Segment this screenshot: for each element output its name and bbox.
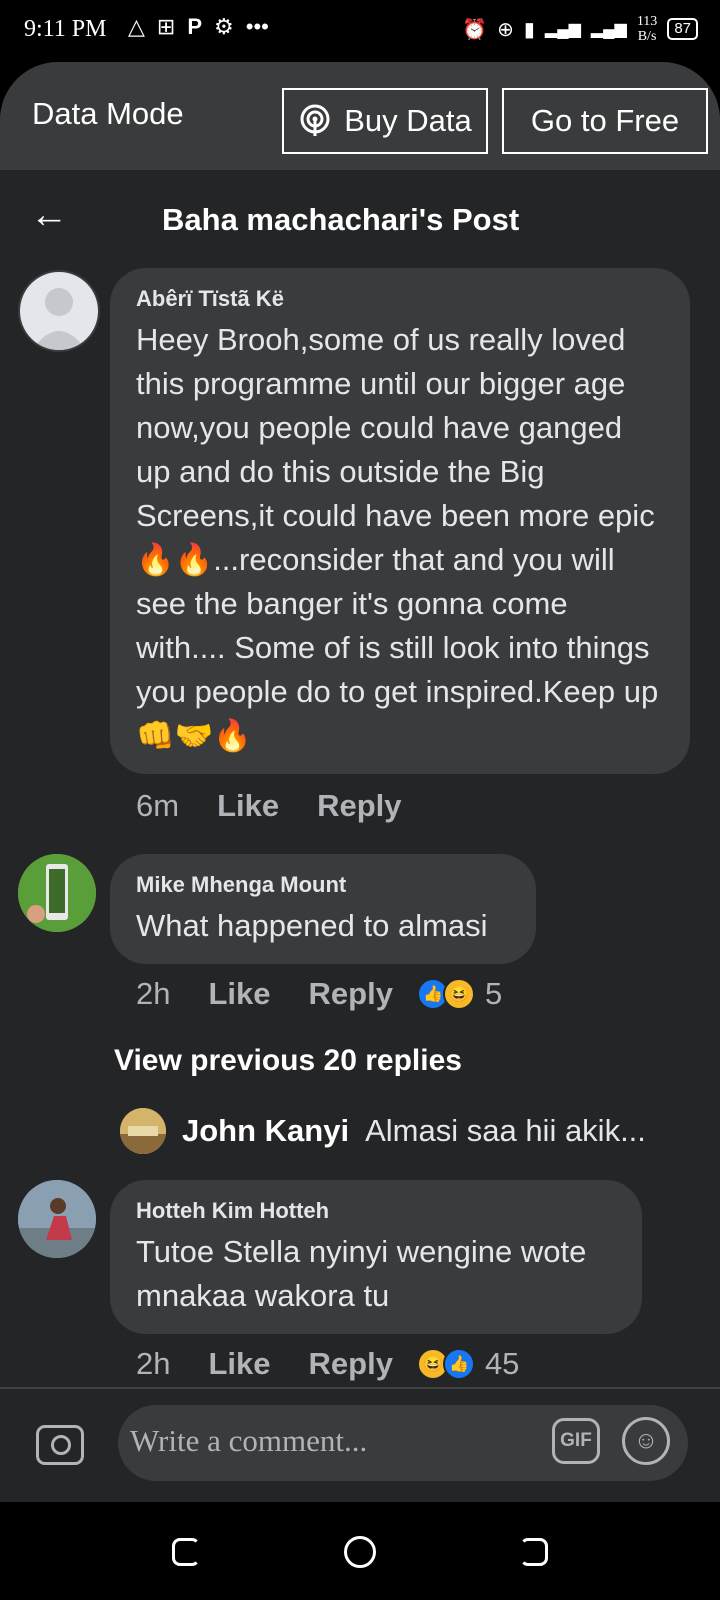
avatar bbox=[120, 1108, 166, 1154]
comment-input[interactable]: Write a comment... GIF ☺ bbox=[118, 1405, 688, 1481]
status-bar: 9:11 PM △ ⊞ P ⚙ ••• ⏰ ⊕ ▮ ▂▄▆ ▂▄▆ 113 B/… bbox=[0, 0, 720, 62]
network-speed: 113 B/s bbox=[637, 14, 657, 44]
post-header: ← Baha machachari's Post bbox=[0, 170, 720, 254]
reply-link[interactable]: Reply bbox=[309, 976, 393, 1012]
data-saver-icon: ⊕ bbox=[497, 18, 514, 41]
warning-triangle-icon: △ bbox=[128, 14, 145, 39]
settings-gear-icon: ⚙ bbox=[214, 14, 234, 39]
emoji-icon[interactable]: ☺ bbox=[622, 1417, 670, 1465]
comment-time: 6m bbox=[136, 788, 180, 823]
comment-text: Heey Brooh,some of us really loved this … bbox=[136, 322, 659, 753]
vibrate-icon: ▮ bbox=[523, 18, 535, 41]
profile-photo-icon bbox=[120, 1108, 166, 1154]
alarm-icon: ⏰ bbox=[462, 18, 488, 41]
comment-actions: 2h Like Reply 😆 👍 45 bbox=[136, 1346, 519, 1382]
comment-author[interactable]: Hotteh Kim Hotteh bbox=[136, 1198, 616, 1224]
reply-link[interactable]: Reply bbox=[309, 1346, 393, 1382]
comment-bubble[interactable]: Hotteh Kim Hotteh Tutoe Stella nyinyi we… bbox=[110, 1180, 642, 1334]
go-to-free-button[interactable]: Go to Free bbox=[502, 88, 708, 154]
haha-reaction-icon: 😆 bbox=[442, 978, 475, 1010]
reply-preview[interactable]: John Kanyi Almasi saa hii akik... bbox=[120, 1108, 646, 1154]
like-reaction-icon: 👍 bbox=[442, 1348, 475, 1380]
comment-text: Tutoe Stella nyinyi wengine wote mnakaa … bbox=[136, 1234, 587, 1313]
profile-photo-icon bbox=[18, 1180, 96, 1258]
avatar[interactable] bbox=[18, 854, 96, 932]
home-icon[interactable] bbox=[344, 1536, 376, 1568]
comment-time: 2h bbox=[136, 976, 171, 1011]
signal-icon: ▂▄▆ bbox=[544, 21, 581, 38]
comment-bubble[interactable]: Mike Mhenga Mount What happened to almas… bbox=[110, 854, 536, 964]
back-arrow-icon[interactable]: ← bbox=[30, 194, 68, 237]
reply-text: Almasi saa hii akik... bbox=[365, 1113, 646, 1148]
signal-h-plus-icon: ▂▄▆ bbox=[590, 21, 627, 38]
network-speed-unit: B/s bbox=[637, 29, 657, 44]
app-frame: Data Mode Buy Data Go to Free ← Baha mac… bbox=[0, 62, 720, 1502]
comment-actions: 2h Like Reply 👍 😆 5 bbox=[136, 976, 502, 1012]
buy-data-label: Buy Data bbox=[344, 103, 472, 138]
profile-photo-icon bbox=[18, 854, 96, 932]
recent-apps-icon[interactable] bbox=[172, 1538, 200, 1566]
comment-author[interactable]: Mike Mhenga Mount bbox=[136, 872, 510, 898]
like-link[interactable]: Like bbox=[208, 1346, 270, 1382]
comment-bubble[interactable]: Abêrï Tïstã Kë Heey Brooh,some of us rea… bbox=[110, 268, 690, 774]
battery-indicator: 87 bbox=[667, 18, 698, 40]
camera-lens-icon bbox=[51, 1435, 71, 1455]
comment-actions: 6m Like Reply bbox=[136, 788, 402, 824]
reply-link[interactable]: Reply bbox=[317, 788, 401, 824]
reactions[interactable]: 👍 😆 5 bbox=[416, 976, 503, 1012]
data-mode-bar: Data Mode Buy Data Go to Free bbox=[0, 62, 720, 170]
status-left-icons: △ ⊞ P ⚙ ••• bbox=[128, 14, 269, 40]
camera-icon[interactable] bbox=[36, 1425, 84, 1465]
reactions[interactable]: 😆 👍 45 bbox=[416, 1346, 520, 1382]
back-icon[interactable] bbox=[520, 1538, 548, 1566]
like-link[interactable]: Like bbox=[208, 976, 270, 1012]
p-icon: P bbox=[187, 14, 203, 39]
comment-input-placeholder: Write a comment... bbox=[130, 1423, 368, 1458]
comment-text: What happened to almasi bbox=[136, 908, 488, 943]
reaction-count: 5 bbox=[484, 976, 503, 1011]
comment-time: 2h bbox=[136, 1346, 171, 1381]
go-to-free-label: Go to Free bbox=[530, 103, 680, 138]
comment-composer: Write a comment... GIF ☺ bbox=[0, 1387, 720, 1502]
more-dots-icon: ••• bbox=[245, 14, 269, 39]
reaction-count: 45 bbox=[484, 1346, 520, 1381]
network-speed-value: 113 bbox=[636, 14, 658, 29]
page-title: Baha machachari's Post bbox=[162, 202, 520, 237]
like-link[interactable]: Like bbox=[217, 788, 279, 824]
comment-author[interactable]: Abêrï Tïstã Kë bbox=[136, 286, 664, 312]
avatar[interactable] bbox=[18, 270, 100, 352]
status-time: 9:11 PM bbox=[24, 16, 107, 42]
reply-author: John Kanyi bbox=[182, 1113, 350, 1148]
battery-saver-icon: ⊞ bbox=[156, 14, 176, 39]
data-mode-label: Data Mode bbox=[32, 96, 184, 131]
gif-icon[interactable]: GIF bbox=[552, 1418, 600, 1464]
buy-data-button[interactable]: Buy Data bbox=[282, 88, 488, 154]
avatar[interactable] bbox=[18, 1180, 96, 1258]
default-avatar-icon bbox=[32, 288, 86, 350]
broadcast-icon bbox=[300, 104, 330, 136]
view-previous-replies-link[interactable]: View previous 20 replies bbox=[114, 1044, 462, 1078]
system-nav-bar bbox=[0, 1502, 720, 1600]
status-right-icons: ⏰ ⊕ ▮ ▂▄▆ ▂▄▆ 113 B/s 87 bbox=[462, 14, 698, 44]
